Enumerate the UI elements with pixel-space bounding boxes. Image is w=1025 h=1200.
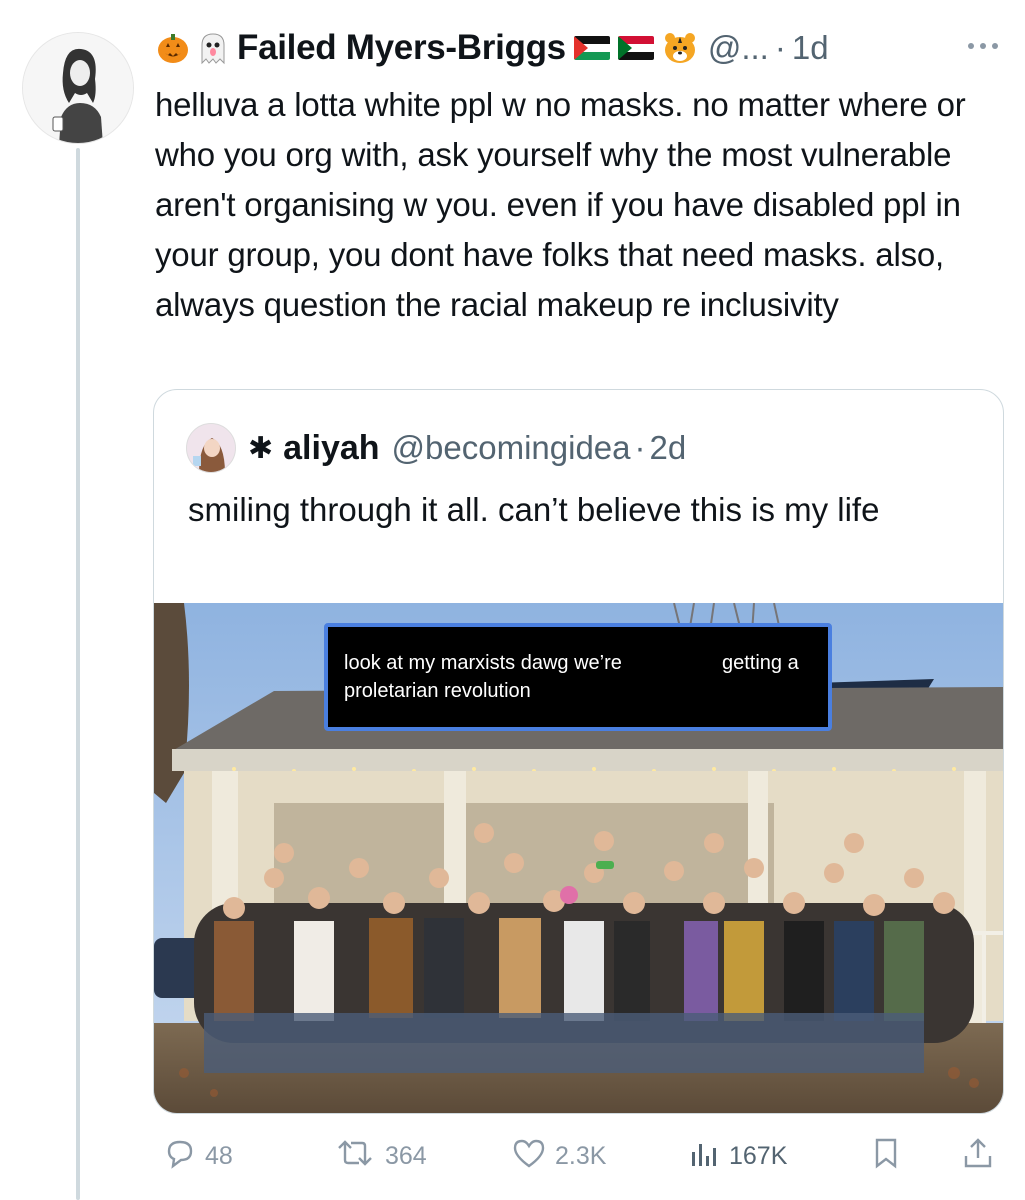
quoted-tweet-header: ✱ aliyah @becomingidea · 2d	[186, 420, 686, 476]
photo-caption-line-1b: getting a	[722, 652, 799, 674]
share-icon	[961, 1136, 1003, 1177]
sudan-flag-icon	[617, 36, 654, 60]
quoted-separator-dot: ·	[634, 429, 646, 466]
photo-caption-line-2: proletarian revolution	[344, 680, 531, 702]
palestine-flag-icon	[573, 36, 610, 60]
reply-button[interactable]: 48	[163, 1128, 233, 1184]
separator-dot: ·	[774, 29, 786, 66]
retweet-button[interactable]: 364	[333, 1128, 427, 1184]
pumpkin-icon	[155, 30, 191, 66]
retweet-count: 364	[385, 1141, 427, 1170]
ghost-icon	[195, 30, 231, 66]
tweet-header: Failed Myers-Briggs @... · 1d	[155, 24, 1003, 72]
thread-line	[76, 148, 80, 1200]
tweet-actions-bar: 48 364 2.3K 167K	[155, 1128, 1005, 1184]
quoted-display-name[interactable]: aliyah	[283, 429, 379, 468]
tweet-time[interactable]: 1d	[792, 29, 829, 67]
quoted-tweet[interactable]: ✱ aliyah @becomingidea · 2d smiling thro…	[153, 389, 1004, 1114]
tweet-text: helluva a lotta white ppl w no masks. no…	[155, 86, 966, 323]
heart-icon	[511, 1136, 555, 1177]
quoted-handle[interactable]: @becomingidea	[392, 429, 631, 467]
like-count: 2.3K	[555, 1141, 607, 1170]
quoted-tweet-text: smiling through it all. can’t believe th…	[188, 491, 880, 528]
reply-icon	[163, 1136, 205, 1177]
share-button[interactable]	[961, 1128, 1003, 1184]
views-button[interactable]: 167K	[687, 1128, 787, 1184]
views-count: 167K	[729, 1141, 788, 1170]
quoted-author-avatar[interactable]	[186, 423, 236, 473]
retweet-icon	[333, 1136, 385, 1177]
quoted-time[interactable]: 2d	[650, 429, 687, 467]
views-chart-icon	[687, 1136, 729, 1177]
like-button[interactable]: 2.3K	[511, 1128, 606, 1184]
quoted-name-prefix-icon: ✱	[248, 431, 274, 465]
author-handle[interactable]: @...	[708, 29, 769, 67]
tiger-face-icon	[662, 30, 698, 66]
bookmark-icon	[869, 1136, 911, 1177]
author-avatar[interactable]	[22, 32, 134, 144]
photo-caption-overlay: look at my marxists dawg we’re getting a…	[324, 623, 832, 731]
reply-count: 48	[205, 1141, 233, 1170]
photo-caption-line-1a: look at my marxists dawg we’re	[344, 652, 622, 674]
more-options-icon[interactable]	[963, 36, 1003, 56]
author-display-name[interactable]: Failed Myers-Briggs	[237, 28, 566, 68]
quoted-tweet-photo[interactable]: look at my marxists dawg we’re getting a…	[154, 603, 1003, 1113]
bookmark-button[interactable]	[869, 1128, 911, 1184]
